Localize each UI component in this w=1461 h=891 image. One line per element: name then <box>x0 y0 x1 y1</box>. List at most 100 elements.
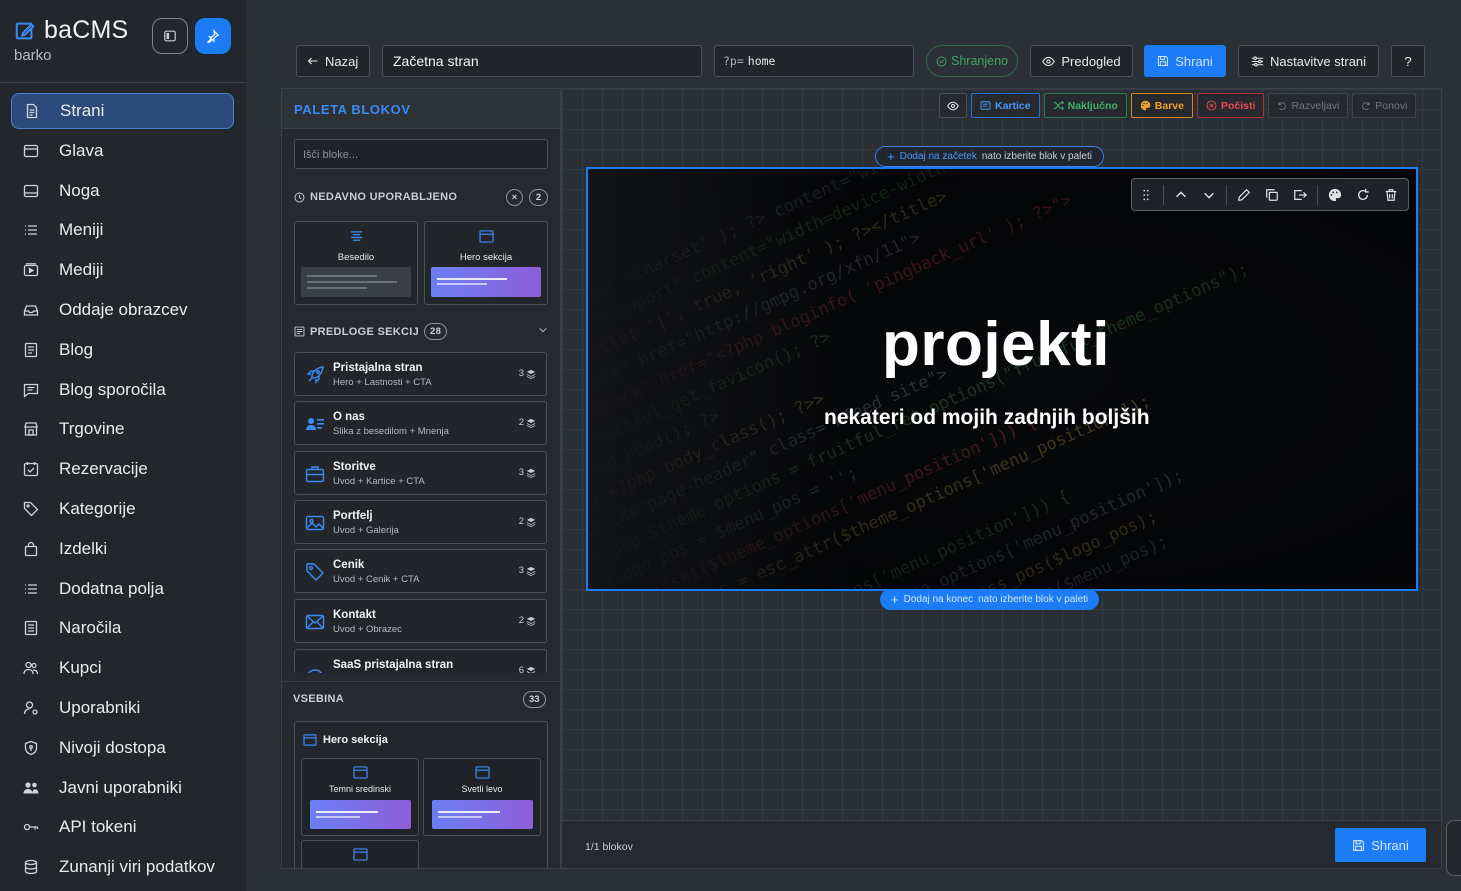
template-cenik[interactable]: Cenik Uvod + Cenik + CTA 3 <box>294 549 547 593</box>
add-to-start-button[interactable]: + Dodaj na začetek nato izberite blok v … <box>875 146 1104 167</box>
recent-block-besedilo[interactable]: Besedilo <box>294 221 418 305</box>
sidebar-item-api-tokeni[interactable]: API tokeni <box>11 809 234 845</box>
back-button[interactable]: Nazaj <box>296 45 370 77</box>
shuffle-icon <box>1053 101 1064 110</box>
sidebar-item-blog[interactable]: Blog <box>11 332 234 368</box>
window-icon <box>475 766 490 779</box>
sidebar-item-javni-uporabniki[interactable]: Javni uporabniki <box>11 770 234 806</box>
cards-button[interactable]: Kartice <box>971 93 1040 118</box>
template-storitve[interactable]: Storitve Uvod + Kartice + CTA 3 <box>294 451 547 495</box>
template-o-nas[interactable]: O nas Slika z besedilom + Mnenja 2 <box>294 401 547 445</box>
saved-status-badge: Shranjeno <box>926 45 1018 77</box>
window-icon <box>353 848 368 861</box>
layers-icon <box>526 468 536 478</box>
sidebar-item-meniji[interactable]: Meniji <box>11 212 234 248</box>
briefcase-icon <box>305 464 325 484</box>
colors-button[interactable]: Barve <box>1130 93 1193 118</box>
sidebar-item-uporabniki[interactable]: Uporabniki <box>11 690 234 726</box>
pin-sidebar-button[interactable] <box>195 18 231 54</box>
sidebar-item-dodatna-polja[interactable]: Dodatna polja <box>11 571 234 607</box>
chevron-down-icon[interactable] <box>538 325 548 335</box>
sidebar-item-noga[interactable]: Noga <box>11 173 234 209</box>
delete-block-button[interactable] <box>1377 181 1405 209</box>
export-block-button[interactable] <box>1286 181 1314 209</box>
clear-recent-button[interactable]: × <box>506 189 523 206</box>
block-svetli-levo[interactable]: Svetli levo <box>423 758 541 836</box>
edit-block-button[interactable] <box>1230 181 1258 209</box>
sidebar-item-label: Noga <box>59 180 100 200</box>
header-icon <box>23 143 39 159</box>
side-panel-toggle[interactable] <box>1446 820 1461 876</box>
recent-block-label: Hero sekcija <box>459 252 513 263</box>
sidebar-item-zunanji-viri-podatkov[interactable]: Zunanji viri podatkov <box>11 849 234 885</box>
sidebar-item-label: Glava <box>59 140 104 160</box>
recent-block-hero-sekcija[interactable]: Hero sekcija <box>424 221 548 305</box>
preview-button[interactable]: Predogled <box>1030 45 1133 77</box>
sidebar-item-mediji[interactable]: Mediji <box>11 252 234 288</box>
random-button[interactable]: Naključno <box>1043 93 1127 118</box>
brand-title[interactable]: baCMS <box>44 16 128 45</box>
edit-logo-icon <box>14 20 36 42</box>
inbox-icon <box>23 302 39 318</box>
sidebar-item-kategorije[interactable]: Kategorije <box>11 491 234 527</box>
help-button[interactable]: ? <box>1391 45 1425 77</box>
content-count-badge: 33 <box>523 691 546 708</box>
sidebar-item-nivoji-dostopa[interactable]: Nivoji dostopa <box>11 730 234 766</box>
slug-input[interactable]: ?p= home <box>714 45 914 77</box>
move-up-button[interactable] <box>1167 181 1195 209</box>
template-pristajalna-stran[interactable]: Pristajalna stran Hero + Lastnosti + CTA… <box>294 352 547 396</box>
toggle-preview-button[interactable] <box>939 93 967 118</box>
sidebar-toggle-button[interactable] <box>152 18 188 54</box>
drag-handle-icon[interactable] <box>1132 181 1160 209</box>
hero-title[interactable]: projekti <box>588 309 1416 380</box>
sidebar-item-label: Zunanji viri podatkov <box>59 857 215 877</box>
page-canvas: Kartice Naključno Barve Počisti Razvelja… <box>561 88 1442 869</box>
template-name: SaaS pristajalna stran <box>333 659 454 671</box>
sidebar-item-kupci[interactable]: Kupci <box>11 650 234 686</box>
sidebar-item-strani[interactable]: Strani <box>11 93 234 129</box>
clear-button[interactable]: Počisti <box>1197 93 1265 118</box>
palette-search-input[interactable]: Išči bloke... <box>294 139 548 169</box>
sidebar-item-blog-sporocila[interactable]: Blog sporočila <box>11 372 234 408</box>
template-name: Kontakt <box>333 609 376 621</box>
window-icon <box>479 230 494 243</box>
page-title-input[interactable]: Začetna stran <box>382 45 702 77</box>
content-group-hero: Hero sekcija Temni sredinski Svetli levo <box>294 721 548 868</box>
template-block-count: 2 <box>519 615 536 626</box>
move-down-button[interactable] <box>1195 181 1223 209</box>
redo-button[interactable]: Ponovi <box>1352 93 1417 118</box>
receipt-icon <box>23 620 39 636</box>
sidebar-item-label: Blog <box>59 339 94 359</box>
template-name: O nas <box>333 411 365 423</box>
save-button[interactable]: Shrani <box>1144 45 1226 77</box>
template-block-count: 3 <box>519 467 536 478</box>
block-label: Svetli levo <box>461 784 503 794</box>
hero-subtitle[interactable]: nekateri od mojih zadnjih boljših <box>824 406 1150 430</box>
page-settings-button[interactable]: Nastavitve strani <box>1238 45 1379 77</box>
sidebar: baCMS barko Strani Glava Noga Meniji Med… <box>0 0 246 891</box>
blog-icon <box>23 342 39 358</box>
duplicate-block-button[interactable] <box>1258 181 1286 209</box>
list-icon <box>23 222 39 238</box>
block-tile-partial[interactable] <box>301 840 419 868</box>
add-to-end-button[interactable]: + Dodaj na konec nato izberite blok v pa… <box>880 589 1100 610</box>
eye-icon <box>1042 56 1056 66</box>
help-label: ? <box>1404 53 1412 69</box>
sidebar-item-oddaje-obrazcev[interactable]: Oddaje obrazcev <box>11 292 234 328</box>
sidebar-item-trgovine[interactable]: Trgovine <box>11 411 234 447</box>
sidebar-item-glava[interactable]: Glava <box>11 133 234 169</box>
template-kontakt[interactable]: Kontakt Uvod + Obrazec 2 <box>294 599 547 643</box>
template-portfelj[interactable]: Portfelj Uvod + Galerija 2 <box>294 500 547 544</box>
block-temni-sredinski[interactable]: Temni sredinski <box>301 758 419 836</box>
footer-save-button[interactable]: Shrani <box>1335 828 1426 862</box>
undo-button[interactable]: Razveljavi <box>1268 93 1349 118</box>
block-colors-button[interactable] <box>1321 181 1349 209</box>
template-block-count: 3 <box>519 368 536 379</box>
template-saas-pristajalna-stran[interactable]: SaaS pristajalna stran 6 <box>294 649 547 673</box>
templates-section-label[interactable]: PREDLOGE SEKCIJ 28 <box>294 323 448 340</box>
sidebar-item-narocila[interactable]: Naročila <box>11 610 234 646</box>
sidebar-item-izdelki[interactable]: Izdelki <box>11 531 234 567</box>
hero-block-selected[interactable]: <?php bloginfo( 'charset' ); ?> content=… <box>586 167 1418 591</box>
reset-block-button[interactable] <box>1349 181 1377 209</box>
sidebar-item-rezervacije[interactable]: Rezervacije <box>11 451 234 487</box>
